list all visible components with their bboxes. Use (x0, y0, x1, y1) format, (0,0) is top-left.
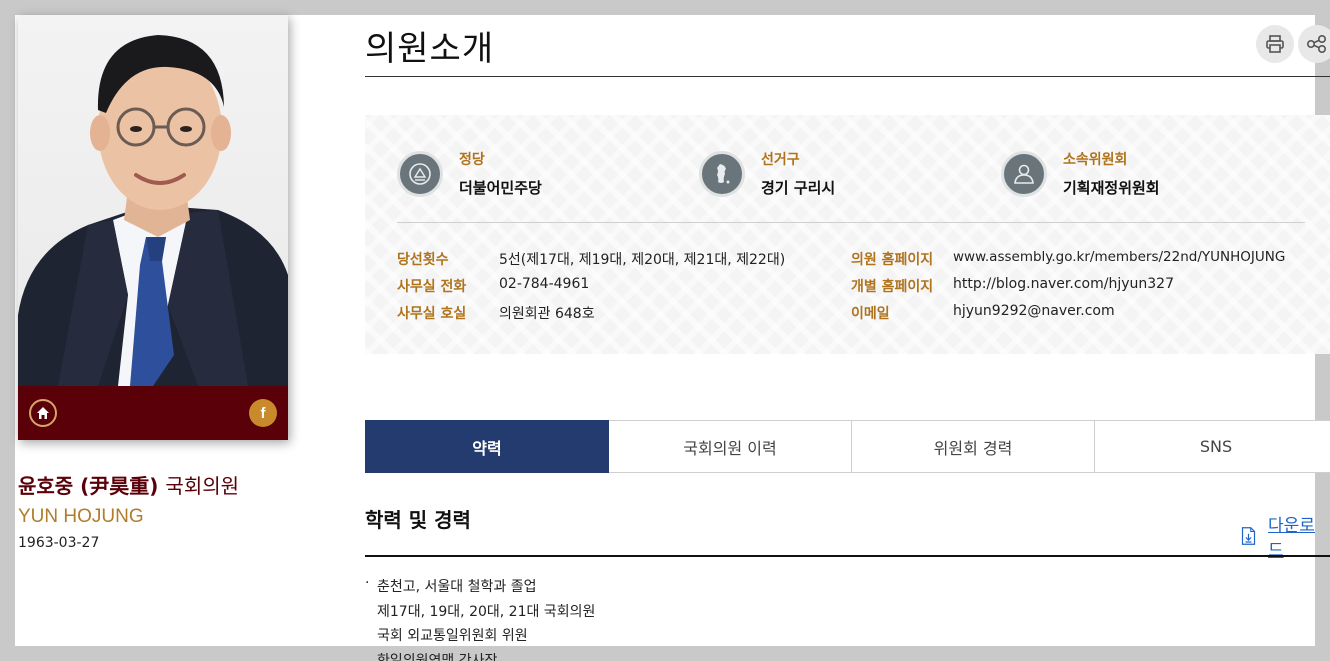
tab-committee-career[interactable]: 위원회 경력 (852, 420, 1095, 473)
fact-value: 더불어민주당 (459, 179, 542, 197)
detail-email: 이메일 hjyun9292@naver.com (851, 303, 1115, 323)
share-icon (1306, 34, 1327, 54)
title-divider (365, 76, 1330, 77)
korea-map-icon (699, 150, 745, 197)
printer-icon (1266, 35, 1284, 53)
list-item: 제17대, 19대, 20대, 21대 국회의원 (377, 603, 596, 620)
fact-value: 기획재정위원회 (1063, 179, 1160, 197)
share-button[interactable] (1298, 25, 1330, 63)
tab-biography[interactable]: 약력 (365, 420, 609, 473)
list-item: 한일의원연맹 간사장 (377, 652, 498, 661)
print-button[interactable] (1256, 25, 1294, 63)
member-birthdate: 1963-03-27 (18, 535, 100, 551)
home-icon (37, 407, 49, 419)
section-title: 학력 및 경력 (365, 508, 471, 532)
detail-official-homepage: 의원 홈페이지 www.assembly.go.kr/members/22nd/… (851, 249, 1285, 269)
tab-sns[interactable]: SNS (1095, 420, 1330, 473)
detail-label: 개별 홈페이지 (851, 279, 934, 295)
party-emblem-icon (397, 150, 443, 197)
facebook-icon: f (260, 404, 266, 422)
download-label: 다운로드 (1268, 516, 1315, 561)
fact-value: 경기 구리시 (761, 179, 836, 197)
list-item: 국회 외교통일위원회 위원 (377, 628, 528, 644)
home-button[interactable] (29, 399, 57, 427)
download-file-icon (1241, 527, 1256, 545)
download-button[interactable]: 다운로드 (1241, 511, 1315, 561)
profile-tabs: 약력 국회의원 이력 위원회 경력 SNS (365, 420, 1330, 473)
detail-label: 사무실 전화 (397, 279, 467, 295)
detail-label: 사무실 호실 (397, 306, 467, 322)
fact-party: 정당 더불어민주당 (397, 149, 542, 198)
member-name-english: YUN HOJUNG (18, 506, 144, 527)
personal-homepage-link[interactable]: http://blog.naver.com/hjyun327 (953, 276, 1174, 296)
member-name: 윤호중 (尹昊重) 국회의원 (18, 470, 239, 499)
fact-label: 정당 (459, 152, 485, 168)
detail-label: 의원 홈페이지 (851, 252, 934, 268)
detail-value: 02-784-4961 (499, 276, 590, 292)
detail-terms: 당선횟수 5선(제17대, 제19대, 제20대, 제21대, 제22대) (397, 249, 785, 269)
profile-photo (18, 15, 288, 386)
tab-assembly-history[interactable]: 국회의원 이력 (609, 420, 852, 473)
detail-label: 이메일 (851, 306, 890, 322)
list-item: 춘천고, 서울대 철학과 졸업 (365, 571, 595, 600)
fact-district: 선거구 경기 구리시 (699, 149, 835, 198)
detail-value: 의원회관 648호 (499, 306, 595, 322)
fact-label: 소속위원회 (1063, 152, 1128, 168)
page: f 윤호중 (尹昊重) 국회의원 YUN HOJUNG 1963-03-27 의… (15, 15, 1330, 661)
detail-value: 5선(제17대, 제19대, 제20대, 제21대, 제22대) (499, 252, 786, 268)
facebook-button[interactable]: f (249, 399, 277, 427)
career-list: 춘천고, 서울대 철학과 졸업 제17대, 19대, 20대, 21대 국회의원… (365, 571, 596, 661)
section-divider (365, 555, 1330, 557)
member-info-box: 정당 더불어민주당 선거구 경기 구리시 소속위원회 기획재정위원회 당선횟수 … (365, 115, 1330, 354)
profile-card: f (18, 15, 288, 440)
detail-label: 당선횟수 (397, 252, 449, 268)
official-homepage-link[interactable]: www.assembly.go.kr/members/22nd/YUNHOJUN… (953, 249, 1285, 269)
info-divider (397, 222, 1305, 223)
fact-label: 선거구 (761, 152, 800, 168)
detail-personal-homepage: 개별 홈페이지 http://blog.naver.com/hjyun327 (851, 276, 1174, 296)
email-link[interactable]: hjyun9292@naver.com (953, 303, 1115, 323)
detail-office-room: 사무실 호실 의원회관 648호 (397, 303, 595, 323)
profile-social-bar: f (18, 386, 288, 440)
member-name-korean: 윤호중 (尹昊重) (18, 474, 159, 498)
page-title: 의원소개 (365, 29, 495, 69)
detail-office-phone: 사무실 전화 02-784-4961 (397, 276, 589, 296)
fact-committee: 소속위원회 기획재정위원회 (1001, 149, 1160, 198)
member-role: 국회의원 (165, 474, 240, 498)
person-icon (1001, 150, 1047, 197)
